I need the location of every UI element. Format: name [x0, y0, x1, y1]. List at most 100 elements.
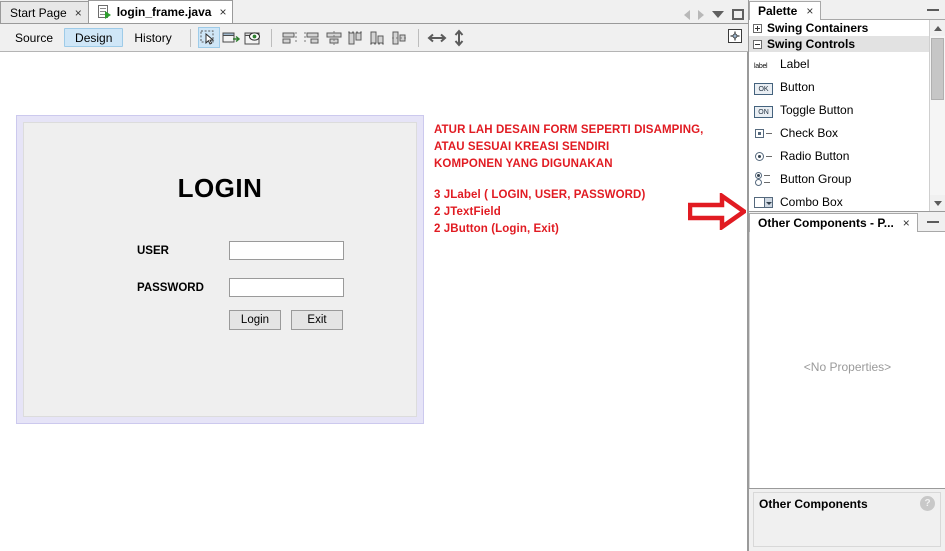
- tab-design[interactable]: Design: [64, 28, 124, 47]
- form-row-buttons: Login Exit: [229, 310, 343, 330]
- help-icon[interactable]: ?: [920, 496, 935, 511]
- design-canvas[interactable]: LOGIN USER PASSWORD Login Exit ATUR LAH …: [0, 52, 748, 551]
- no-properties-message: <No Properties>: [803, 360, 892, 374]
- password-label: PASSWORD: [137, 281, 204, 294]
- tab-list-dropdown-icon[interactable]: [712, 11, 724, 18]
- resize-vertical-icon[interactable]: [448, 27, 470, 48]
- palette-body: Swing Containers Swing Controls label La…: [749, 20, 945, 212]
- palette-item-toggle-button[interactable]: ON Toggle Button: [749, 98, 929, 121]
- palette-item-label-text: Toggle Button: [780, 102, 854, 117]
- palette-item-radio-button[interactable]: Radio Button: [749, 144, 929, 167]
- palette-window: Palette × Swing Containers Swing Control…: [748, 0, 945, 212]
- close-icon[interactable]: ×: [901, 217, 910, 229]
- minimize-icon[interactable]: [927, 221, 939, 223]
- collapse-icon[interactable]: [753, 39, 762, 49]
- palette-scrollbar[interactable]: [929, 20, 945, 211]
- right-docking-area: Palette × Swing Containers Swing Control…: [748, 0, 945, 551]
- check-box-icon: [754, 126, 774, 140]
- properties-titlebar: Other Components - P... ×: [749, 212, 945, 232]
- annotation-line: KOMPONEN YANG DIGUNAKAN: [434, 158, 613, 170]
- align-center-vertical-icon[interactable]: [389, 27, 411, 48]
- palette-item-button-group[interactable]: Button Group: [749, 167, 929, 190]
- palette-item-combo-box[interactable]: Combo Box: [749, 190, 929, 211]
- palette-item-button[interactable]: OK Button: [749, 75, 929, 98]
- tab-source[interactable]: Source: [4, 28, 64, 47]
- preview-design-icon[interactable]: [242, 27, 264, 48]
- align-top-icon[interactable]: [345, 27, 367, 48]
- properties-tab[interactable]: Other Components - P... ×: [749, 213, 918, 232]
- form-row-user: USER: [137, 241, 344, 260]
- right-arrow-annotation-icon: [687, 191, 747, 232]
- document-tab-label: Start Page: [10, 5, 67, 20]
- align-center-horizontal-icon[interactable]: [323, 27, 345, 48]
- nav-back-icon[interactable]: [684, 9, 690, 20]
- close-icon[interactable]: ×: [73, 7, 82, 19]
- close-icon[interactable]: ×: [217, 6, 226, 18]
- palette-item-label-text: Check Box: [780, 125, 839, 140]
- properties-body[interactable]: <No Properties>: [749, 232, 945, 488]
- palette-item-label-text: Label: [780, 56, 810, 71]
- other-components-title: Other Components: [759, 496, 868, 511]
- scrollbar-thumb[interactable]: [931, 38, 944, 100]
- properties-title: Other Components - P...: [758, 216, 894, 230]
- other-components-window: Other Components ?: [748, 488, 945, 551]
- user-textfield[interactable]: [229, 241, 344, 260]
- palette-category-label: Swing Containers: [767, 21, 869, 35]
- resize-horizontal-icon[interactable]: [426, 27, 448, 48]
- selection-tool-icon[interactable]: [197, 27, 220, 48]
- netbeans-ide-window: Start Page × login_frame.java × Source D…: [0, 0, 945, 551]
- toolbar-separator: [189, 28, 191, 47]
- user-label: USER: [137, 244, 169, 257]
- palette-category-swing-controls[interactable]: Swing Controls: [749, 36, 929, 52]
- login-button[interactable]: Login: [229, 310, 281, 330]
- document-tab-bar: Start Page × login_frame.java ×: [0, 0, 748, 24]
- tab-bar-controls: [684, 9, 744, 20]
- other-components-header[interactable]: Other Components ?: [753, 492, 941, 514]
- palette-category-swing-containers[interactable]: Swing Containers: [749, 20, 929, 36]
- align-left-icon[interactable]: [279, 27, 301, 48]
- close-icon[interactable]: ×: [804, 5, 813, 17]
- auto-resizing-icon[interactable]: [728, 29, 742, 43]
- expand-icon[interactable]: [753, 23, 762, 33]
- properties-window: Other Components - P... × <No Properties…: [748, 212, 945, 488]
- palette-tab[interactable]: Palette ×: [749, 1, 822, 20]
- label-icon: label: [754, 62, 768, 70]
- nav-forward-icon[interactable]: [698, 9, 704, 20]
- jframe-content-pane[interactable]: LOGIN USER PASSWORD Login Exit: [23, 122, 417, 417]
- scroll-down-icon[interactable]: [930, 195, 945, 211]
- scrollbar-track[interactable]: [930, 36, 945, 195]
- toolbar-separator: [270, 28, 272, 47]
- form-title-label: LOGIN: [177, 173, 263, 203]
- align-right-icon[interactable]: [301, 27, 323, 48]
- palette-category-label: Swing Controls: [767, 37, 855, 51]
- minimize-icon[interactable]: [927, 9, 939, 11]
- palette-item-label-text: Button Group: [780, 171, 852, 186]
- combo-box-icon: [754, 195, 774, 209]
- exit-button[interactable]: Exit: [291, 310, 343, 330]
- document-tab-login-frame[interactable]: login_frame.java ×: [87, 0, 234, 23]
- toggle-button-icon: ON: [754, 103, 774, 118]
- jframe-form-preview[interactable]: LOGIN USER PASSWORD Login Exit: [16, 115, 424, 424]
- java-file-icon: [97, 5, 111, 19]
- scroll-up-icon[interactable]: [930, 20, 945, 36]
- palette-item-label-text: Button: [780, 79, 815, 94]
- other-components-body[interactable]: [753, 514, 941, 547]
- document-tab-label: login_frame.java: [116, 5, 212, 19]
- password-textfield[interactable]: [229, 278, 344, 297]
- palette-title: Palette: [758, 4, 798, 18]
- design-toolbar: Source Design History: [0, 24, 748, 52]
- palette-item-list: Swing Containers Swing Controls label La…: [749, 20, 929, 211]
- palette-item-label[interactable]: label Label: [749, 52, 929, 75]
- document-tab-start-page[interactable]: Start Page ×: [0, 1, 89, 23]
- connection-mode-icon[interactable]: [220, 27, 242, 48]
- tab-history[interactable]: History: [123, 28, 182, 47]
- palette-item-label-text: Radio Button: [780, 148, 850, 163]
- annotation-line: ATUR LAH DESAIN FORM SEPERTI DISAMPING,: [434, 124, 704, 136]
- maximize-window-icon[interactable]: [732, 9, 744, 20]
- palette-item-check-box[interactable]: Check Box: [749, 121, 929, 144]
- align-bottom-icon[interactable]: [367, 27, 389, 48]
- editor-area: Start Page × login_frame.java × Source D…: [0, 0, 748, 551]
- toolbar-separator: [417, 28, 419, 47]
- palette-item-label-text: Combo Box: [780, 194, 843, 209]
- button-group-icon: [754, 171, 774, 186]
